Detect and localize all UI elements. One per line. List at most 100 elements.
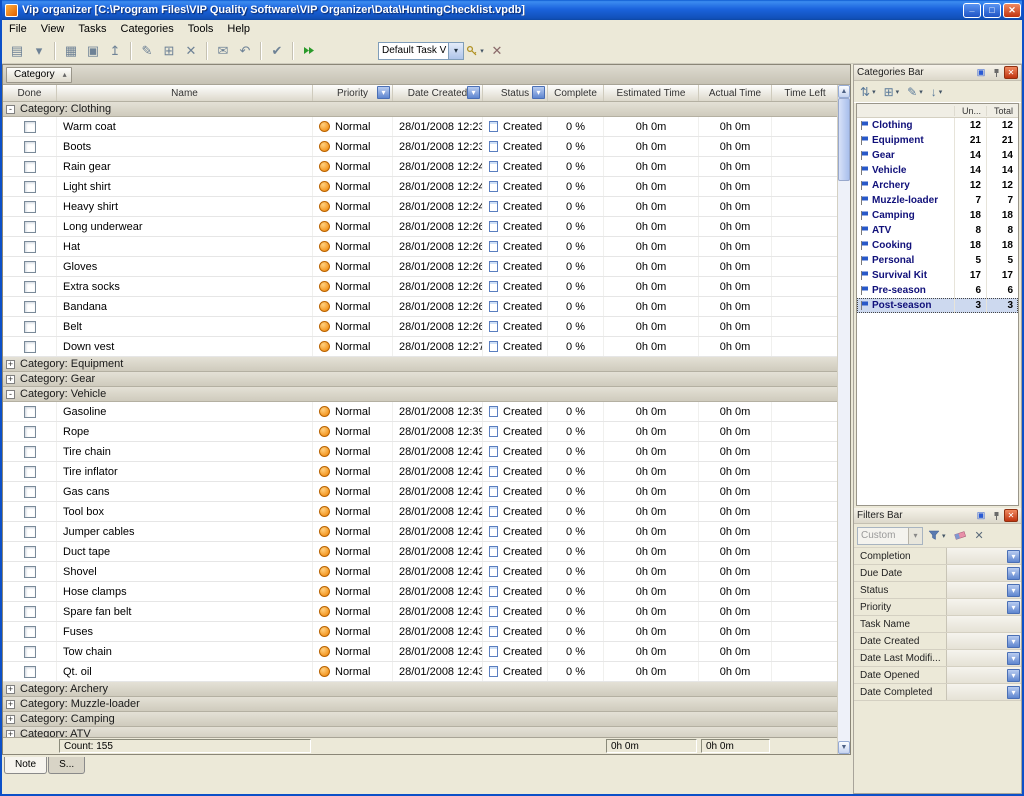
category-item-cooking[interactable]: Cooking1818 bbox=[857, 238, 1018, 253]
tab-note[interactable]: Note bbox=[4, 757, 47, 774]
group-row[interactable]: -Category: Clothing bbox=[3, 102, 839, 117]
group-row[interactable]: +Category: Equipment bbox=[3, 357, 839, 372]
done-checkbox[interactable] bbox=[24, 426, 36, 438]
detach-panel-icon[interactable] bbox=[974, 509, 988, 522]
print-button[interactable]: ▦ bbox=[60, 41, 82, 61]
done-checkbox[interactable] bbox=[24, 666, 36, 678]
filter-value-field[interactable]: ▾ bbox=[946, 565, 1021, 581]
filter-dropdown-icon[interactable]: ▾ bbox=[1007, 550, 1020, 563]
new-category-button[interactable]: ⊞▾ bbox=[881, 83, 903, 101]
category-item-atv[interactable]: ATV88 bbox=[857, 223, 1018, 238]
filter-value-field[interactable]: ▾ bbox=[946, 684, 1021, 700]
done-checkbox[interactable] bbox=[24, 341, 36, 353]
category-item-gear[interactable]: Gear1414 bbox=[857, 148, 1018, 163]
category-item-personal[interactable]: Personal55 bbox=[857, 253, 1018, 268]
undo-button[interactable]: ↶ bbox=[234, 41, 256, 61]
maximize-button[interactable] bbox=[983, 3, 1001, 18]
task-row[interactable]: Hose clampsNormal28/01/2008 12:43Created… bbox=[3, 582, 839, 602]
category-item-pre-season[interactable]: Pre-season66 bbox=[857, 283, 1018, 298]
scroll-down-button[interactable]: ▼ bbox=[838, 741, 850, 754]
close-panel-icon[interactable] bbox=[1004, 509, 1018, 522]
expand-icon[interactable]: + bbox=[6, 685, 15, 694]
done-checkbox[interactable] bbox=[24, 261, 36, 273]
task-row[interactable]: BandanaNormal28/01/2008 12:26Created0 %0… bbox=[3, 297, 839, 317]
category-item-muzzle-loader[interactable]: Muzzle-loader77 bbox=[857, 193, 1018, 208]
menu-item-file[interactable]: File bbox=[2, 21, 34, 37]
filter-dropdown-icon[interactable]: ▾ bbox=[1007, 601, 1020, 614]
filter-preset-combo[interactable]: Custom ▾ bbox=[857, 527, 923, 545]
add-task-button[interactable]: ▤ bbox=[6, 41, 28, 61]
filter-value-field[interactable] bbox=[946, 616, 1021, 632]
remove-template-button[interactable]: ✕ bbox=[486, 41, 508, 61]
run-report-button[interactable] bbox=[298, 41, 320, 61]
filter-dropdown-icon[interactable]: ▾ bbox=[1007, 635, 1020, 648]
column-filter-dropdown-icon[interactable]: ▾ bbox=[532, 86, 545, 99]
done-checkbox[interactable] bbox=[24, 506, 36, 518]
filter-value-field[interactable]: ▾ bbox=[946, 633, 1021, 649]
menu-item-tools[interactable]: Tools bbox=[181, 21, 221, 37]
done-checkbox[interactable] bbox=[24, 466, 36, 478]
done-checkbox[interactable] bbox=[24, 526, 36, 538]
minimize-button[interactable] bbox=[963, 3, 981, 18]
expand-icon[interactable]: + bbox=[6, 360, 15, 369]
done-checkbox[interactable] bbox=[24, 201, 36, 213]
task-row[interactable]: Tire inflatorNormal28/01/2008 12:42Creat… bbox=[3, 462, 839, 482]
task-row[interactable]: ShovelNormal28/01/2008 12:42Created0 %0h… bbox=[3, 562, 839, 582]
add-task-dropdown-button[interactable]: ▾ bbox=[28, 41, 50, 61]
filter-value-field[interactable]: ▾ bbox=[946, 548, 1021, 564]
column-filter-dropdown-icon[interactable]: ▾ bbox=[377, 86, 390, 99]
mail-button[interactable]: ✉ bbox=[212, 41, 234, 61]
expand-icon[interactable]: + bbox=[6, 715, 15, 724]
done-checkbox[interactable] bbox=[24, 446, 36, 458]
group-by-category-button[interactable]: Category bbox=[6, 67, 72, 83]
task-row[interactable]: Tow chainNormal28/01/2008 12:43Created0 … bbox=[3, 642, 839, 662]
done-checkbox[interactable] bbox=[24, 301, 36, 313]
group-row[interactable]: -Category: Vehicle bbox=[3, 387, 839, 402]
filter-value-field[interactable]: ▾ bbox=[946, 650, 1021, 666]
menu-item-tasks[interactable]: Tasks bbox=[71, 21, 113, 37]
unfinished-column-header[interactable]: Un... bbox=[954, 106, 986, 116]
task-row[interactable]: HatNormal28/01/2008 12:26Created0 %0h 0m… bbox=[3, 237, 839, 257]
task-row[interactable]: Rain gearNormal28/01/2008 12:24Created0 … bbox=[3, 157, 839, 177]
done-checkbox[interactable] bbox=[24, 181, 36, 193]
task-row[interactable]: BeltNormal28/01/2008 12:26Created0 %0h 0… bbox=[3, 317, 839, 337]
copy-task-button[interactable]: ⊞ bbox=[158, 41, 180, 61]
filter-value-field[interactable]: ▾ bbox=[946, 599, 1021, 615]
task-row[interactable]: BootsNormal28/01/2008 12:23Created0 %0h … bbox=[3, 137, 839, 157]
pin-icon[interactable] bbox=[989, 66, 1003, 79]
save-button[interactable]: ▣ bbox=[82, 41, 104, 61]
pin-icon[interactable] bbox=[989, 509, 1003, 522]
edit-category-button[interactable]: ✎▾ bbox=[904, 83, 926, 101]
column-header-time-left[interactable]: Time Left bbox=[772, 85, 839, 101]
done-checkbox[interactable] bbox=[24, 406, 36, 418]
task-row[interactable]: Gas cansNormal28/01/2008 12:42Created0 %… bbox=[3, 482, 839, 502]
column-filter-dropdown-icon[interactable]: ▾ bbox=[467, 86, 480, 99]
category-item-camping[interactable]: Camping1818 bbox=[857, 208, 1018, 223]
menu-item-view[interactable]: View bbox=[34, 21, 72, 37]
done-checkbox[interactable] bbox=[24, 281, 36, 293]
total-column-header[interactable]: Total bbox=[986, 106, 1018, 116]
delete-task-button[interactable]: ✕ bbox=[180, 41, 202, 61]
column-header-status[interactable]: Status▾ bbox=[483, 85, 548, 101]
apply-filter-button[interactable]: ▾ bbox=[925, 527, 949, 545]
column-header-priority[interactable]: Priority▾ bbox=[313, 85, 393, 101]
category-item-equipment[interactable]: Equipment2121 bbox=[857, 133, 1018, 148]
clear-filter-button[interactable] bbox=[951, 527, 970, 545]
column-header-date-created[interactable]: Date Created▾ bbox=[393, 85, 483, 101]
tab-subtasks[interactable]: S... bbox=[48, 757, 85, 774]
done-checkbox[interactable] bbox=[24, 141, 36, 153]
done-checkbox[interactable] bbox=[24, 606, 36, 618]
done-checkbox[interactable] bbox=[24, 321, 36, 333]
move-category-button[interactable]: ⇅▾ bbox=[857, 83, 879, 101]
close-button[interactable] bbox=[1003, 3, 1021, 18]
category-item-survival-kit[interactable]: Survival Kit1717 bbox=[857, 268, 1018, 283]
group-row[interactable]: +Category: Gear bbox=[3, 372, 839, 387]
task-row[interactable]: Duct tapeNormal28/01/2008 12:42Created0 … bbox=[3, 542, 839, 562]
export-button[interactable]: ↥ bbox=[104, 41, 126, 61]
category-item-clothing[interactable]: Clothing1212 bbox=[857, 118, 1018, 133]
expand-icon[interactable]: + bbox=[6, 700, 15, 709]
filter-dropdown-icon[interactable]: ▾ bbox=[1007, 584, 1020, 597]
task-row[interactable]: Heavy shirtNormal28/01/2008 12:24Created… bbox=[3, 197, 839, 217]
done-checkbox[interactable] bbox=[24, 566, 36, 578]
done-checkbox[interactable] bbox=[24, 241, 36, 253]
